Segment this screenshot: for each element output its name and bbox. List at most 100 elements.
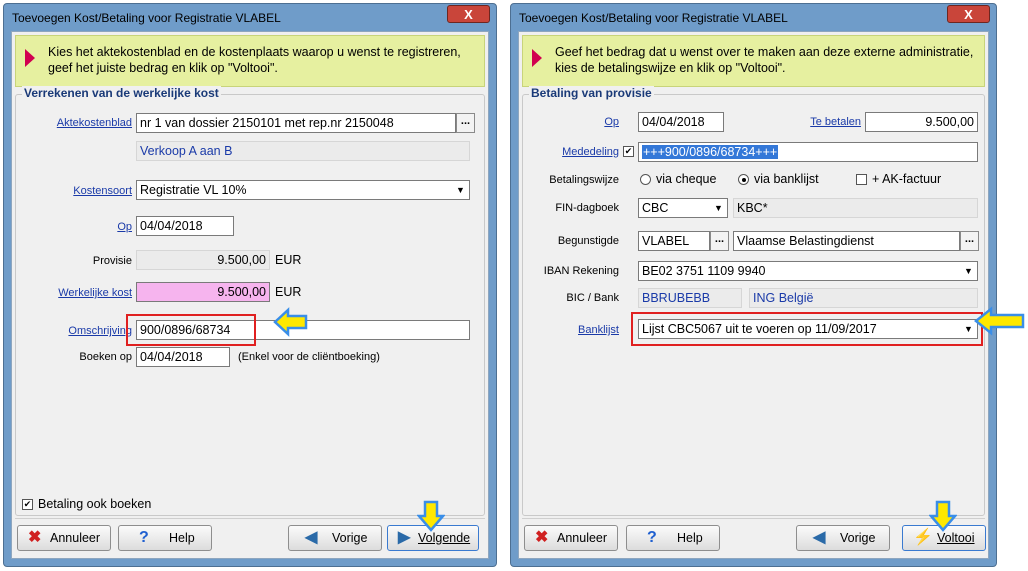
- betaling-ook-boeken-checkbox[interactable]: ✔: [22, 499, 33, 510]
- boeken-op-label: Boeken op: [79, 351, 132, 363]
- mededeling-input[interactable]: +++900/0896/68734+++: [638, 142, 978, 162]
- arrow-left-icon: ◀: [813, 529, 826, 546]
- vorige-label: Vorige: [332, 531, 368, 545]
- aktekostenblad-input[interactable]: nr 1 van dossier 2150101 met rep.nr 2150…: [136, 113, 456, 133]
- question-icon: ?: [139, 529, 149, 546]
- boeken-op-note: (Enkel voor de cliëntboeking): [238, 351, 380, 363]
- provisie-unit: EUR: [275, 253, 302, 267]
- window-title: Toevoegen Kost/Betaling voor Registratie…: [519, 11, 788, 25]
- fin-dagboek-label: FIN-dagboek: [555, 202, 619, 214]
- via-banklijst-radio[interactable]: [738, 174, 749, 185]
- annotation-arrow-left-icon: [974, 306, 1025, 336]
- info-panel: Kies het aktekostenblad en de kostenplaa…: [15, 35, 485, 87]
- highlight-omschrijving: [126, 314, 256, 346]
- chevron-down-icon[interactable]: ▼: [453, 182, 468, 198]
- iban-label: IBAN Rekening: [543, 265, 619, 277]
- begunstigde-browse-button[interactable]: ...: [710, 231, 729, 251]
- begunstigde-description-browse-button[interactable]: ...: [960, 231, 979, 251]
- te-betalen-label: Te betalen: [810, 116, 861, 128]
- boeken-op-input[interactable]: 04/04/2018: [136, 347, 230, 367]
- vorige-label: Vorige: [840, 531, 876, 545]
- werkelijke-kost-input[interactable]: 9.500,00: [136, 282, 270, 302]
- group-legend: Verrekenen van de werkelijke kost: [22, 86, 221, 100]
- annuleer-label: Annuleer: [50, 531, 101, 545]
- op-label: Op: [604, 116, 619, 128]
- help-button[interactable]: ? Help: [118, 525, 212, 551]
- close-button[interactable]: X: [947, 5, 990, 23]
- group-betaling: Betaling van provisie Op 04/04/2018 Te b…: [522, 86, 985, 516]
- dialog-body: Kies het aktekostenblad en de kostenplaa…: [11, 31, 489, 559]
- highlight-banklijst: [631, 312, 983, 346]
- info-text: Kies het aktekostenblad en de kostenplaa…: [48, 45, 461, 75]
- close-x-icon: ✖: [535, 529, 549, 546]
- vorige-button[interactable]: ◀ Vorige: [796, 525, 890, 551]
- kostensoort-label: Kostensoort: [73, 185, 132, 197]
- op-label: Op: [117, 221, 132, 233]
- dialog-body: Geef het bedrag dat u wenst over te make…: [518, 31, 989, 559]
- question-icon: ?: [647, 529, 657, 546]
- fin-dagboek-value: CBC: [642, 201, 669, 215]
- werkelijke-kost-label: Werkelijke kost: [58, 287, 132, 299]
- arrow-right-icon: ▶: [398, 529, 411, 546]
- annuleer-button[interactable]: ✖ Annuleer: [17, 525, 111, 551]
- omschrijving-label: Omschrijving: [68, 325, 132, 337]
- aktekostenblad-browse-button[interactable]: ...: [456, 113, 475, 133]
- title-bar[interactable]: Toevoegen Kost/Betaling voor Registratie…: [511, 4, 996, 30]
- info-text: Geef het bedrag dat u wenst over te make…: [555, 45, 974, 75]
- annotation-arrow-left-icon: [273, 307, 308, 337]
- group-legend: Betaling van provisie: [529, 86, 654, 100]
- dialog-left: Toevoegen Kost/Betaling voor Registratie…: [3, 3, 497, 567]
- via-cheque-radio[interactable]: [640, 174, 651, 185]
- kostensoort-value: Registratie VL 10%: [140, 183, 247, 197]
- annuleer-label: Annuleer: [557, 531, 608, 545]
- bic-value: BBRUBEBB: [638, 288, 742, 308]
- info-arrow-icon: [532, 49, 542, 67]
- annotation-arrow-down-icon: [929, 500, 957, 532]
- info-arrow-icon: [25, 49, 35, 67]
- help-label: Help: [169, 531, 195, 545]
- aktekostenblad-description: Verkoop A aan B: [136, 141, 470, 161]
- iban-select[interactable]: BE02 3751 1109 9940 ▼: [638, 261, 978, 281]
- mededeling-selected-text: +++900/0896/68734+++: [642, 145, 779, 159]
- betalingswijze-label: Betalingswijze: [549, 174, 619, 186]
- provisie-value: 9.500,00: [136, 250, 270, 270]
- title-bar[interactable]: Toevoegen Kost/Betaling voor Registratie…: [4, 4, 496, 30]
- op-input[interactable]: 04/04/2018: [638, 112, 724, 132]
- button-bar: ✖ Annuleer ? Help ◀ Vorige ⚡ Voltooi: [522, 518, 986, 555]
- iban-value: BE02 3751 1109 9940: [642, 264, 766, 278]
- begunstigde-input[interactable]: VLABEL: [638, 231, 710, 251]
- close-x-icon: ✖: [28, 529, 42, 546]
- arrow-left-icon: ◀: [305, 529, 318, 546]
- info-panel: Geef het bedrag dat u wenst over te make…: [522, 35, 985, 87]
- mededeling-checkbox[interactable]: ✔: [623, 146, 634, 157]
- ak-factuur-checkbox[interactable]: [856, 174, 867, 185]
- fin-dagboek-description: KBC*: [733, 198, 978, 218]
- close-button[interactable]: X: [447, 5, 490, 23]
- button-bar: ✖ Annuleer ? Help ◀ Vorige ▶ Volgende: [15, 518, 485, 555]
- chevron-down-icon[interactable]: ▼: [711, 200, 726, 216]
- bic-label: BIC / Bank: [566, 292, 619, 304]
- dialog-right: Toevoegen Kost/Betaling voor Registratie…: [510, 3, 997, 567]
- annuleer-button[interactable]: ✖ Annuleer: [524, 525, 618, 551]
- kostensoort-select[interactable]: Registratie VL 10% ▼: [136, 180, 470, 200]
- begunstigde-description[interactable]: Vlaamse Belastingdienst: [733, 231, 960, 251]
- fin-dagboek-select[interactable]: CBC ▼: [638, 198, 728, 218]
- ak-factuur-label: + AK-factuur: [872, 172, 942, 186]
- werkelijke-kost-unit: EUR: [275, 285, 302, 299]
- op-input[interactable]: 04/04/2018: [136, 216, 234, 236]
- window-title: Toevoegen Kost/Betaling voor Registratie…: [12, 11, 281, 25]
- banklijst-label: Banklijst: [578, 324, 619, 336]
- via-banklijst-label: via banklijst: [754, 172, 819, 186]
- chevron-down-icon[interactable]: ▼: [961, 263, 976, 279]
- aktekostenblad-label: Aktekostenblad: [56, 117, 132, 129]
- vorige-button[interactable]: ◀ Vorige: [288, 525, 382, 551]
- via-cheque-label: via cheque: [656, 172, 717, 186]
- help-label: Help: [677, 531, 703, 545]
- help-button[interactable]: ? Help: [626, 525, 720, 551]
- betaling-ook-boeken-label: Betaling ook boeken: [38, 497, 152, 511]
- group-verrekenen: Verrekenen van de werkelijke kost Akteko…: [15, 86, 485, 516]
- te-betalen-input[interactable]: 9.500,00: [865, 112, 978, 132]
- provisie-label: Provisie: [92, 255, 132, 267]
- bank-value: ING België: [749, 288, 978, 308]
- mededeling-label: Mededeling: [562, 146, 619, 158]
